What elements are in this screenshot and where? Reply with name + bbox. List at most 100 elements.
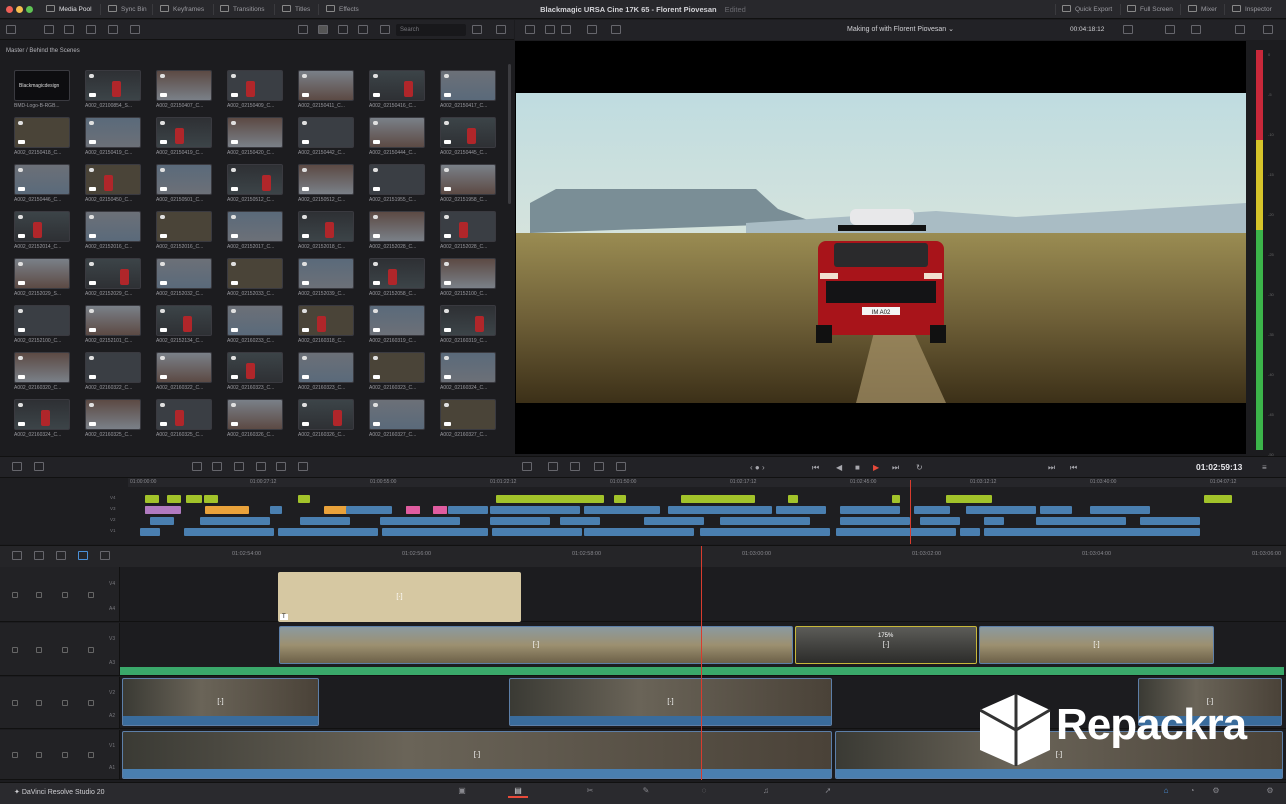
overview-clip[interactable] <box>1040 506 1072 514</box>
speaker-icon[interactable] <box>62 646 68 653</box>
monitor-icon[interactable] <box>88 646 94 653</box>
overview-clip[interactable] <box>700 528 830 536</box>
media-clip[interactable]: A002_02150445_C... <box>440 117 496 164</box>
timeline-clip[interactable]: [·] 175% <box>795 626 977 664</box>
media-clip[interactable]: A002_02152134_C... <box>156 305 212 352</box>
media-clip[interactable]: A002_02150501_C... <box>156 164 212 211</box>
media-clip[interactable]: A002_02150417_C... <box>440 70 496 117</box>
overview-clip[interactable] <box>433 506 447 514</box>
play-icon[interactable]: ▶ <box>873 463 879 473</box>
overview-clip[interactable] <box>145 506 181 514</box>
media-clip[interactable]: A002_02150411_C... <box>298 70 354 117</box>
blade-icon[interactable] <box>548 462 558 471</box>
overview-clip[interactable] <box>490 506 580 514</box>
media-clip[interactable]: A002_02160319_C... <box>440 305 496 352</box>
edit-mode-icon[interactable] <box>192 462 202 471</box>
speaker-icon[interactable] <box>62 591 68 598</box>
lock-icon[interactable] <box>36 700 42 706</box>
overview-clip[interactable] <box>960 528 980 536</box>
overview-clip[interactable] <box>788 495 798 503</box>
media-clip[interactable]: A002_02160324_C... <box>14 399 70 446</box>
media-page-icon[interactable]: ▣ <box>452 786 472 798</box>
overview-clip[interactable] <box>145 495 159 503</box>
cut-page-icon[interactable]: ✂ <box>580 786 600 798</box>
media-clip[interactable]: A002_02152100_C... <box>440 258 496 305</box>
overwrite-icon[interactable] <box>256 462 266 471</box>
project-settings-icon[interactable]: ⚙ <box>1206 786 1226 798</box>
search-input[interactable]: Search <box>396 24 466 36</box>
zoom-tool-icon[interactable] <box>100 551 110 560</box>
media-clip[interactable]: A002_02152101_C... <box>85 305 141 352</box>
monitor-icon[interactable] <box>88 591 94 598</box>
lock-icon[interactable] <box>36 591 42 598</box>
overview-clip[interactable] <box>184 528 274 536</box>
overview-clip[interactable] <box>946 495 992 503</box>
media-clip[interactable]: A002_02151958_C... <box>440 164 496 211</box>
media-clip[interactable]: A002_02150409_C... <box>227 70 283 117</box>
import-icon[interactable] <box>64 25 74 34</box>
camera-icon[interactable] <box>12 551 22 560</box>
overview-clip[interactable] <box>270 506 282 514</box>
monitor-icon[interactable] <box>88 752 94 758</box>
media-clip[interactable]: A002_02160323_C... <box>227 352 283 399</box>
media-clip[interactable]: A002_02160319_C... <box>369 305 425 352</box>
overview-clip[interactable] <box>584 528 694 536</box>
media-clip[interactable]: A002_02152029_C... <box>85 258 141 305</box>
timeline-clip[interactable]: [·] <box>279 626 793 664</box>
media-clip[interactable]: A002_02152014_C... <box>14 211 70 258</box>
blade-tool-icon[interactable] <box>56 551 66 560</box>
media-clip[interactable]: A002_02152100_C... <box>14 305 70 352</box>
overview-clip[interactable] <box>1204 495 1232 503</box>
timeline-playhead[interactable] <box>701 546 702 780</box>
lock-icon[interactable] <box>36 646 42 653</box>
speaker-icon[interactable] <box>62 752 68 758</box>
media-clip[interactable]: A002_02150407_C... <box>156 70 212 117</box>
media-clip[interactable]: A002_02160323_C... <box>298 352 354 399</box>
snap-icon[interactable] <box>34 462 44 471</box>
media-clip[interactable]: A002_02160327_C... <box>369 399 425 446</box>
overview-clip[interactable] <box>186 495 202 503</box>
timeline-options-icon[interactable] <box>12 462 22 471</box>
fusion-page-icon[interactable]: ✎ <box>636 786 656 798</box>
media-clip[interactable]: A002_02152028_C... <box>369 211 425 258</box>
overview-playhead[interactable] <box>910 480 911 544</box>
overview-clip[interactable] <box>984 528 1200 536</box>
media-clip[interactable]: A002_02150416_C... <box>369 70 425 117</box>
lock-icon[interactable] <box>36 752 42 758</box>
overview-clip[interactable] <box>346 506 392 514</box>
media-clip[interactable]: A002_02150418_C... <box>14 117 70 164</box>
position-icon[interactable] <box>616 462 626 471</box>
project-manager-icon[interactable]: ⌂ <box>1156 786 1176 798</box>
deliver-page-icon[interactable]: ➚ <box>818 786 838 798</box>
media-clip[interactable]: A002_02160320_C... <box>14 352 70 399</box>
filmstrip-view-icon[interactable] <box>298 25 308 34</box>
overview-clip[interactable] <box>200 517 270 525</box>
media-clip[interactable]: A002_02160327_C... <box>440 399 496 446</box>
media-clip[interactable]: A002_02150442_C... <box>298 117 354 164</box>
overview-clip[interactable] <box>496 495 604 503</box>
timeline-clip[interactable]: [·] <box>509 678 832 726</box>
media-clip[interactable]: A002_02150450_C... <box>85 164 141 211</box>
overview-clip[interactable] <box>584 506 660 514</box>
go-to-end-icon[interactable]: ⏭ <box>892 463 899 473</box>
media-clip[interactable]: A002_02160326_C... <box>227 399 283 446</box>
full-screen-button[interactable]: Full Screen <box>1127 0 1173 19</box>
overview-clip[interactable] <box>614 495 626 503</box>
overview-timeline[interactable]: V4 V3 V2 V1 <box>0 478 1286 544</box>
refresh-icon[interactable] <box>496 25 506 34</box>
new-bin-icon[interactable] <box>44 25 54 34</box>
audio-waveform-icon[interactable] <box>34 551 44 560</box>
media-clip[interactable]: A002_02152028_C... <box>440 211 496 258</box>
mixer-button[interactable]: Mixer <box>1188 0 1217 19</box>
marker-tool-icon[interactable] <box>78 551 88 560</box>
timeline-clip[interactable]: [·] <box>122 731 832 779</box>
timeline-clip[interactable]: [·] <box>122 678 319 726</box>
sort-order-icon[interactable] <box>472 25 482 34</box>
timeline-name-dropdown[interactable]: Making of with Florent Piovesan ⌄ <box>515 20 1286 40</box>
overview-ruler[interactable]: 01:00:00:00 01:00:27:12 01:00:55:00 01:01:2… <box>128 478 1286 487</box>
thumbnail-view-icon[interactable] <box>318 25 328 34</box>
overview-clip[interactable] <box>840 517 910 525</box>
media-clip[interactable]: A002_02160326_C... <box>298 399 354 446</box>
overview-clip[interactable] <box>298 495 310 503</box>
monitor-icon[interactable] <box>88 700 94 706</box>
